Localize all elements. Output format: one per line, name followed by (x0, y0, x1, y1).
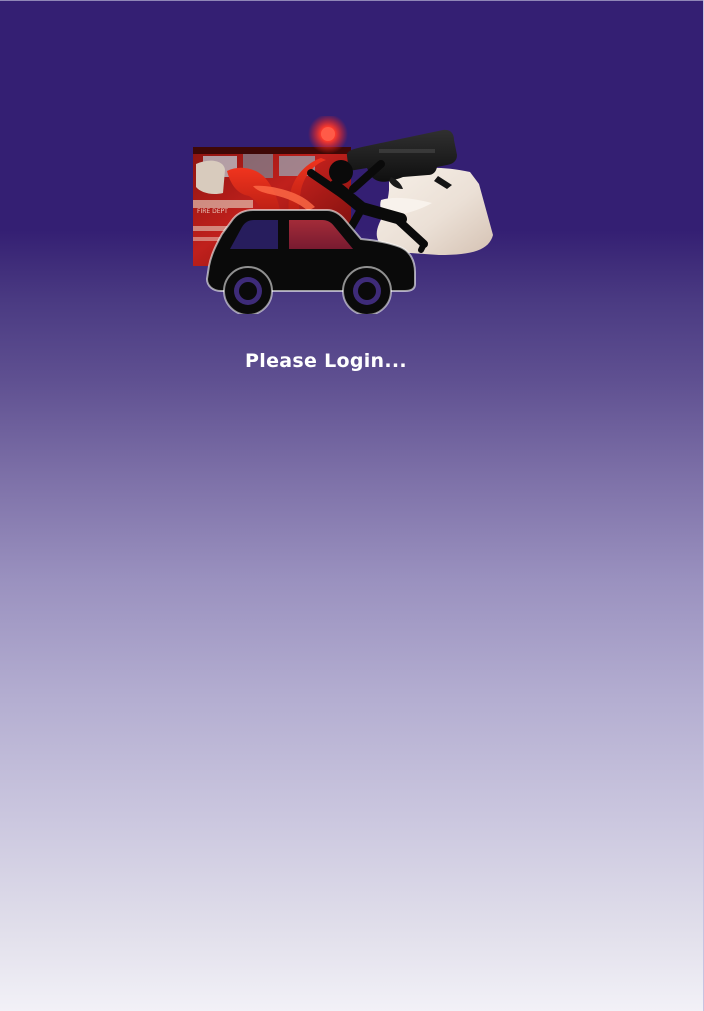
top-border (0, 0, 704, 1)
please-login-message: Please Login... (245, 350, 407, 372)
svg-text:FIRE DEPT: FIRE DEPT (197, 208, 228, 215)
hero-image: FIRE DEPT (191, 116, 495, 314)
hero-graphic: FIRE DEPT (193, 116, 493, 314)
login-screen: FIRE DEPT Please Login... (0, 0, 704, 1011)
